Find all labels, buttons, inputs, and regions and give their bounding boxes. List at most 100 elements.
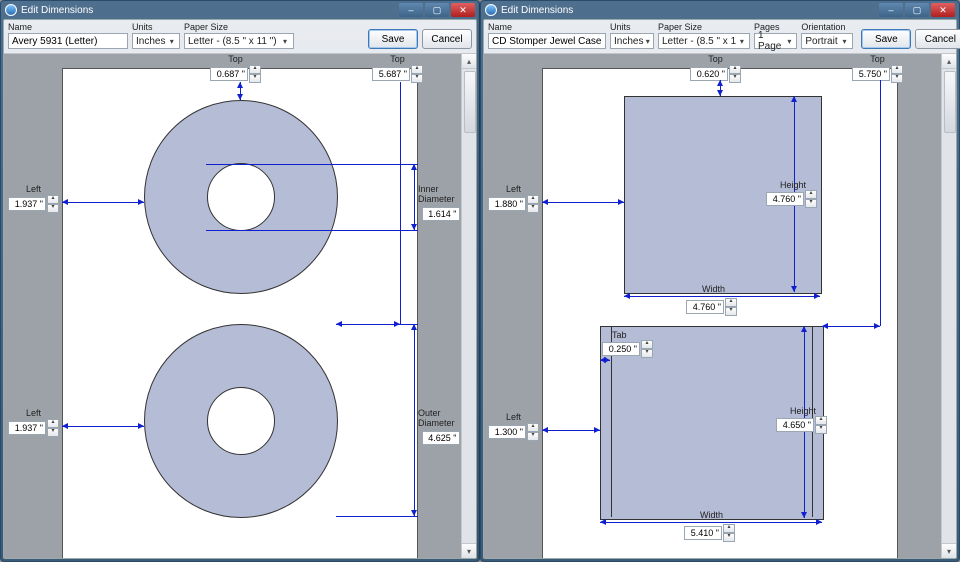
arrow-left-2 [542,430,600,431]
dim-height-1: ▴▾ [766,190,817,208]
dim-top-1-input[interactable] [690,67,728,81]
dim-left-1-label: Left [26,184,41,194]
window-maximize-button[interactable]: ▢ [425,3,449,17]
arrow-left-1 [542,202,624,203]
window-maximize-button[interactable]: ▢ [905,3,929,17]
name-input[interactable] [488,33,606,49]
dim-height-1-input[interactable] [766,192,804,206]
units-label: Units [132,22,180,32]
dim-left-2: Left ▴▾ [8,408,59,437]
dim-width-2-input[interactable] [684,526,722,540]
spinner[interactable]: ▴▾ [725,298,737,316]
client-area: Name Units Inches ▾ Paper Size Letter - … [483,19,957,559]
spinner[interactable]: ▴▾ [891,65,903,83]
arrow-width-2 [600,522,822,523]
paper-size-label: Paper Size [184,22,294,32]
guide-inner-bot [206,230,418,231]
dim-top-2-label: Top [390,54,405,64]
titlebar[interactable]: Edit Dimensions – ▢ ✕ [1,1,479,19]
window-close-button[interactable]: ✕ [451,3,475,17]
dim-inner-input[interactable] [422,207,460,221]
spinner[interactable]: ▴▾ [47,419,59,437]
client-area: Name Units Inches ▾ Paper Size Letter - … [3,19,477,559]
units-select[interactable]: Inches ▾ [132,33,180,49]
spinner[interactable]: ▴▾ [411,65,423,83]
save-button[interactable]: Save [368,29,418,49]
dim-left-2-input[interactable] [488,425,526,439]
spinner[interactable]: ▴▾ [641,340,653,358]
dim-left-2-input[interactable] [8,421,46,435]
dim-width-1: ▴▾ [686,298,737,316]
guide-inner-top [206,164,418,165]
spinner[interactable]: ▴▾ [729,65,741,83]
dim-top-1: Top ▴▾ [210,54,261,83]
scroll-thumb[interactable] [944,71,956,133]
vertical-scrollbar[interactable]: ▴ ▾ [941,54,956,558]
cancel-button[interactable]: Cancel [915,29,960,49]
dim-top-1: Top ▴▾ [690,54,741,83]
chevron-down-icon: ▾ [167,37,176,46]
window-minimize-button[interactable]: – [879,3,903,17]
dim-tab: ▴▾ [602,340,653,358]
disc-1-hole [207,163,275,231]
dim-top-1-input[interactable] [210,67,248,81]
spinner[interactable]: ▴▾ [47,195,59,213]
window-close-button[interactable]: ✕ [931,3,955,17]
dim-top-2-input[interactable] [372,67,410,81]
dim-width-1-input[interactable] [686,300,724,314]
scroll-thumb[interactable] [464,71,476,133]
chevron-down-icon: ▾ [785,37,793,46]
scroll-down-button[interactable]: ▾ [942,543,956,558]
disc-2 [144,324,338,518]
scroll-up-button[interactable]: ▴ [462,54,476,69]
units-value: Inches [614,36,643,47]
dim-height-2: ▴▾ [776,416,827,434]
dim-outer-input[interactable] [422,431,460,445]
arrow-inner [414,164,415,230]
cancel-button[interactable]: Cancel [422,29,472,49]
spinner[interactable]: ▴▾ [527,423,539,441]
window-minimize-button[interactable]: – [399,3,423,17]
dim-left-1-input[interactable] [8,197,46,211]
spinner[interactable]: ▴▾ [723,524,735,542]
arrow-left-2 [62,426,144,427]
save-button[interactable]: Save [861,29,911,49]
spinner[interactable]: ▴▾ [815,416,827,434]
paper-size-select[interactable]: Letter - (8.5 " x 11 ") ▾ [658,33,750,49]
guide-outer-top [336,324,418,325]
spinner[interactable]: ▴▾ [805,190,817,208]
vertical-scrollbar[interactable]: ▴ ▾ [461,54,476,558]
units-label: Units [610,22,654,32]
dim-tab-label: Tab [612,330,627,340]
dim-left-1-input[interactable] [488,197,526,211]
titlebar[interactable]: Edit Dimensions – ▢ ✕ [481,1,959,19]
name-label: Name [488,22,606,32]
units-value: Inches [136,36,165,47]
chevron-down-icon: ▾ [738,37,746,46]
orientation-label: Orientation [801,22,853,32]
guide-outer-bot [336,516,418,517]
paper-size-select[interactable]: Letter - (8.5 " x 11 ") ▾ [184,33,294,49]
scroll-down-button[interactable]: ▾ [462,543,476,558]
dim-left-1: Left ▴▾ [488,184,539,213]
paper-size-label: Paper Size [658,22,750,32]
pages-select[interactable]: 1 Page ▾ [754,33,797,49]
name-input[interactable] [8,33,128,49]
dim-left-2-label: Left [26,408,41,418]
scroll-up-button[interactable]: ▴ [942,54,956,69]
name-label: Name [8,22,128,32]
arrow-outer [414,324,415,516]
guide-top-2 [880,80,881,326]
dim-height-2-label: Height [790,406,816,416]
dim-height-2-input[interactable] [776,418,814,432]
toolbar: Name Units Inches ▾ Paper Size Letter - … [484,20,956,54]
arrow-tab [600,360,610,361]
units-select[interactable]: Inches ▾ [610,33,654,49]
dim-top-2-input[interactable] [852,67,890,81]
disc-1 [144,100,338,294]
spinner[interactable]: ▴▾ [527,195,539,213]
dim-left-1: Left ▴▾ [8,184,59,213]
dim-tab-input[interactable] [602,342,640,356]
spinner[interactable]: ▴▾ [249,65,261,83]
orientation-select[interactable]: Portrait ▾ [801,33,853,49]
